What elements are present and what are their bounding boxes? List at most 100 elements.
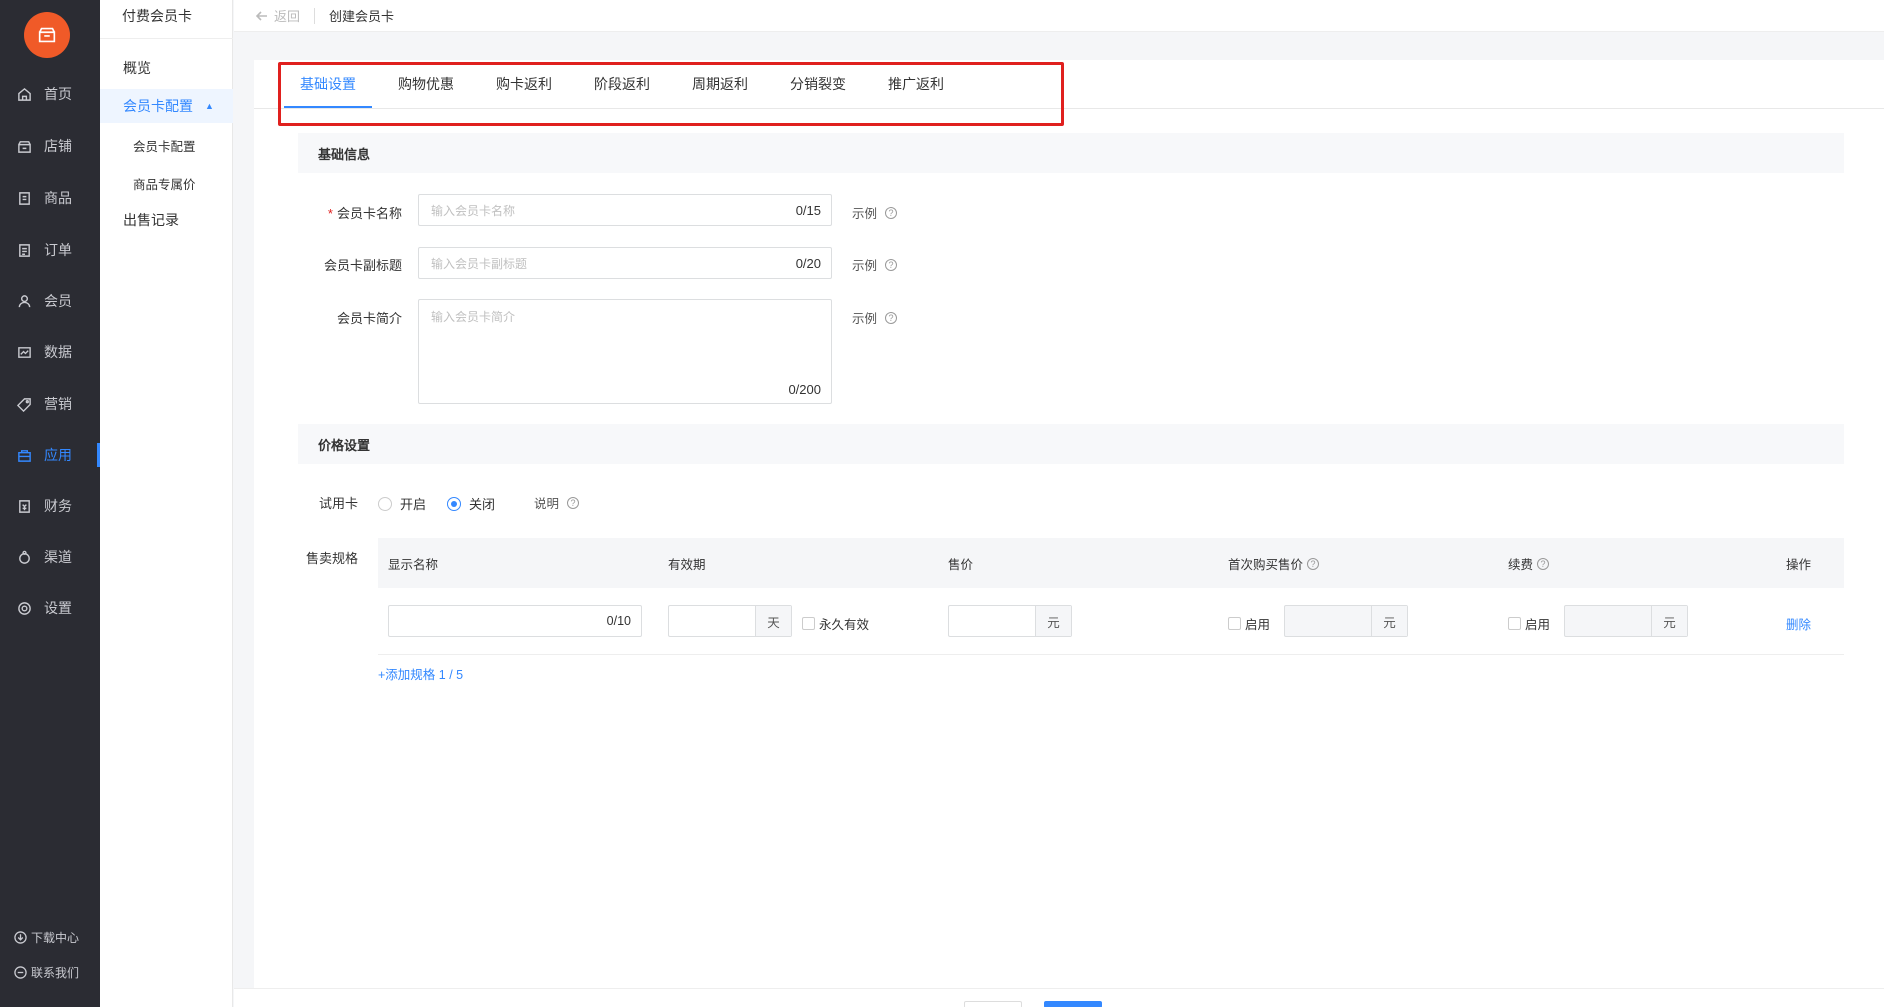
sub-item-exclusive-price[interactable]: 商品专属价 bbox=[100, 166, 233, 200]
col-price: 售价 bbox=[948, 558, 974, 572]
divider bbox=[100, 38, 233, 39]
sub-item-overview[interactable]: 概览 bbox=[100, 51, 233, 85]
help-icon[interactable]: ? bbox=[1307, 557, 1320, 570]
nav-item-label: 设置 bbox=[44, 600, 72, 616]
store-logo-icon[interactable] bbox=[24, 12, 70, 58]
sub-item-label: 概览 bbox=[123, 60, 151, 76]
store-icon bbox=[16, 138, 32, 154]
nav-item-goods[interactable]: 商品 bbox=[0, 180, 100, 216]
nav-item-data[interactable]: 数据 bbox=[0, 334, 100, 370]
sub-item-card-config[interactable]: 会员卡配置 bbox=[100, 128, 233, 162]
checkbox-box bbox=[1508, 617, 1521, 630]
example-link[interactable]: 示例? bbox=[852, 308, 898, 327]
example-label: 示例 bbox=[852, 312, 878, 326]
download-center-link[interactable]: 下载中心 bbox=[14, 929, 79, 946]
nav-item-members[interactable]: 会员 bbox=[0, 283, 100, 319]
tab-purchase-rebate[interactable]: 购卡返利 bbox=[480, 60, 568, 108]
price-input[interactable]: 元 bbox=[948, 605, 1072, 637]
page-title: 创建会员卡 bbox=[329, 9, 395, 24]
finance-icon bbox=[16, 498, 32, 514]
tab-cycle-rebate[interactable]: 周期返利 bbox=[676, 60, 764, 108]
nav-item-home[interactable]: 首页 bbox=[0, 76, 100, 112]
explain-link[interactable]: 说明? bbox=[534, 493, 580, 512]
tab-stage-rebate[interactable]: 阶段返利 bbox=[578, 60, 666, 108]
help-icon: ? bbox=[885, 258, 898, 271]
validity-input[interactable]: 天 bbox=[668, 605, 792, 637]
nav-item-label: 店铺 bbox=[44, 138, 72, 154]
sub-item-label: 出售记录 bbox=[123, 212, 179, 228]
nav-item-settings[interactable]: 设置 bbox=[0, 590, 100, 626]
subtitle-label: 会员卡副标题 bbox=[323, 258, 402, 273]
spec-table-header: 显示名称 有效期 售价 首次购买售价? 续费? 操作 bbox=[378, 538, 1844, 588]
section-basic-info: 基础信息 bbox=[298, 133, 1844, 173]
checkbox-box bbox=[802, 617, 815, 630]
col-first-price-label: 首次购买售价 bbox=[1228, 558, 1304, 572]
card-intro-textarea[interactable]: 输入会员卡简介 0/200 bbox=[418, 299, 832, 404]
help-icon[interactable]: ? bbox=[1537, 557, 1550, 570]
radio-dot bbox=[447, 496, 461, 511]
required-mark: * bbox=[327, 206, 333, 221]
forever-checkbox[interactable]: 永久有效 bbox=[802, 614, 869, 633]
example-link[interactable]: 示例? bbox=[852, 203, 898, 222]
nav-item-label: 订单 bbox=[44, 242, 72, 258]
col-validity: 有效期 bbox=[668, 558, 706, 572]
contact-us-link[interactable]: 联系我们 bbox=[14, 964, 79, 981]
nav-item-channel[interactable]: 渠道 bbox=[0, 539, 100, 575]
radio-dot bbox=[378, 496, 392, 511]
nav-item-apps[interactable]: 应用 bbox=[0, 437, 100, 473]
nav-item-label: 营销 bbox=[44, 396, 72, 412]
card-name-input[interactable]: 输入会员卡名称 0/15 bbox=[418, 194, 832, 226]
renew-price-input[interactable]: 元 bbox=[1564, 605, 1688, 637]
tab-shopping-discount[interactable]: 购物优惠 bbox=[382, 60, 470, 108]
example-link[interactable]: 示例? bbox=[852, 255, 898, 274]
tab-distribution[interactable]: 分销裂变 bbox=[774, 60, 862, 108]
char-counter: 0/200 bbox=[788, 382, 821, 397]
nav-item-store[interactable]: 店铺 bbox=[0, 128, 100, 164]
tab-promotion-rebate[interactable]: 推广返利 bbox=[872, 60, 960, 108]
add-spec-button[interactable]: +添加规格 1 / 5 bbox=[378, 664, 463, 683]
save-button[interactable] bbox=[1044, 1001, 1102, 1007]
main-panel: 基础设置 购物优惠 购卡返利 阶段返利 周期返利 分销裂变 推广返利 基础信息 … bbox=[254, 60, 1884, 990]
card-name-placeholder: 输入会员卡名称 bbox=[431, 203, 516, 218]
unit-yuan: 元 bbox=[1371, 606, 1407, 636]
trial-off-radio[interactable]: 关闭 bbox=[447, 494, 495, 513]
cancel-button[interactable] bbox=[964, 1001, 1022, 1007]
unit-day: 天 bbox=[755, 606, 791, 636]
app-icon bbox=[16, 447, 32, 463]
sub-sidebar-title: 付费会员卡 bbox=[122, 8, 192, 24]
back-button[interactable]: 返回 bbox=[256, 6, 300, 25]
tab-basic-settings[interactable]: 基础设置 bbox=[284, 60, 372, 108]
card-subtitle-input[interactable]: 输入会员卡副标题 0/20 bbox=[418, 247, 832, 279]
card-name-label-text: 会员卡名称 bbox=[336, 206, 402, 221]
first-price-enable-checkbox[interactable]: 启用 bbox=[1228, 614, 1270, 633]
arrow-left-icon bbox=[256, 10, 267, 21]
back-label: 返回 bbox=[274, 9, 301, 24]
nav-foot-label: 下载中心 bbox=[31, 931, 80, 945]
sub-item-sales-records[interactable]: 出售记录 bbox=[100, 203, 233, 237]
example-label: 示例 bbox=[852, 259, 878, 273]
tag-icon bbox=[16, 396, 32, 412]
first-price-input[interactable]: 元 bbox=[1284, 605, 1408, 637]
trial-on-radio[interactable]: 开启 bbox=[378, 494, 426, 513]
help-icon: ? bbox=[885, 311, 898, 324]
delete-spec-button[interactable]: 删除 bbox=[1786, 614, 1811, 633]
chat-icon bbox=[14, 966, 27, 979]
user-icon bbox=[16, 293, 32, 309]
home-icon bbox=[16, 86, 32, 102]
nav-item-marketing[interactable]: 营销 bbox=[0, 386, 100, 422]
help-icon: ? bbox=[885, 206, 898, 219]
card-intro-placeholder: 输入会员卡简介 bbox=[431, 310, 516, 324]
nav-item-orders[interactable]: 订单 bbox=[0, 232, 100, 268]
sub-item-card-config-group[interactable]: 会员卡配置 ▲ bbox=[100, 89, 233, 123]
spec-name-input[interactable]: 0/10 bbox=[388, 605, 642, 637]
nav-item-label: 财务 bbox=[44, 498, 72, 514]
nav-item-finance[interactable]: 财务 bbox=[0, 488, 100, 524]
radio-label: 开启 bbox=[400, 497, 427, 512]
col-renew: 续费? bbox=[1508, 554, 1550, 573]
col-renew-label: 续费 bbox=[1508, 558, 1534, 572]
renew-enable-checkbox[interactable]: 启用 bbox=[1508, 614, 1550, 633]
nav-foot-label: 联系我们 bbox=[31, 966, 80, 980]
divider bbox=[314, 7, 316, 24]
nav-item-label: 数据 bbox=[44, 344, 72, 360]
char-counter: 0/15 bbox=[795, 202, 821, 218]
